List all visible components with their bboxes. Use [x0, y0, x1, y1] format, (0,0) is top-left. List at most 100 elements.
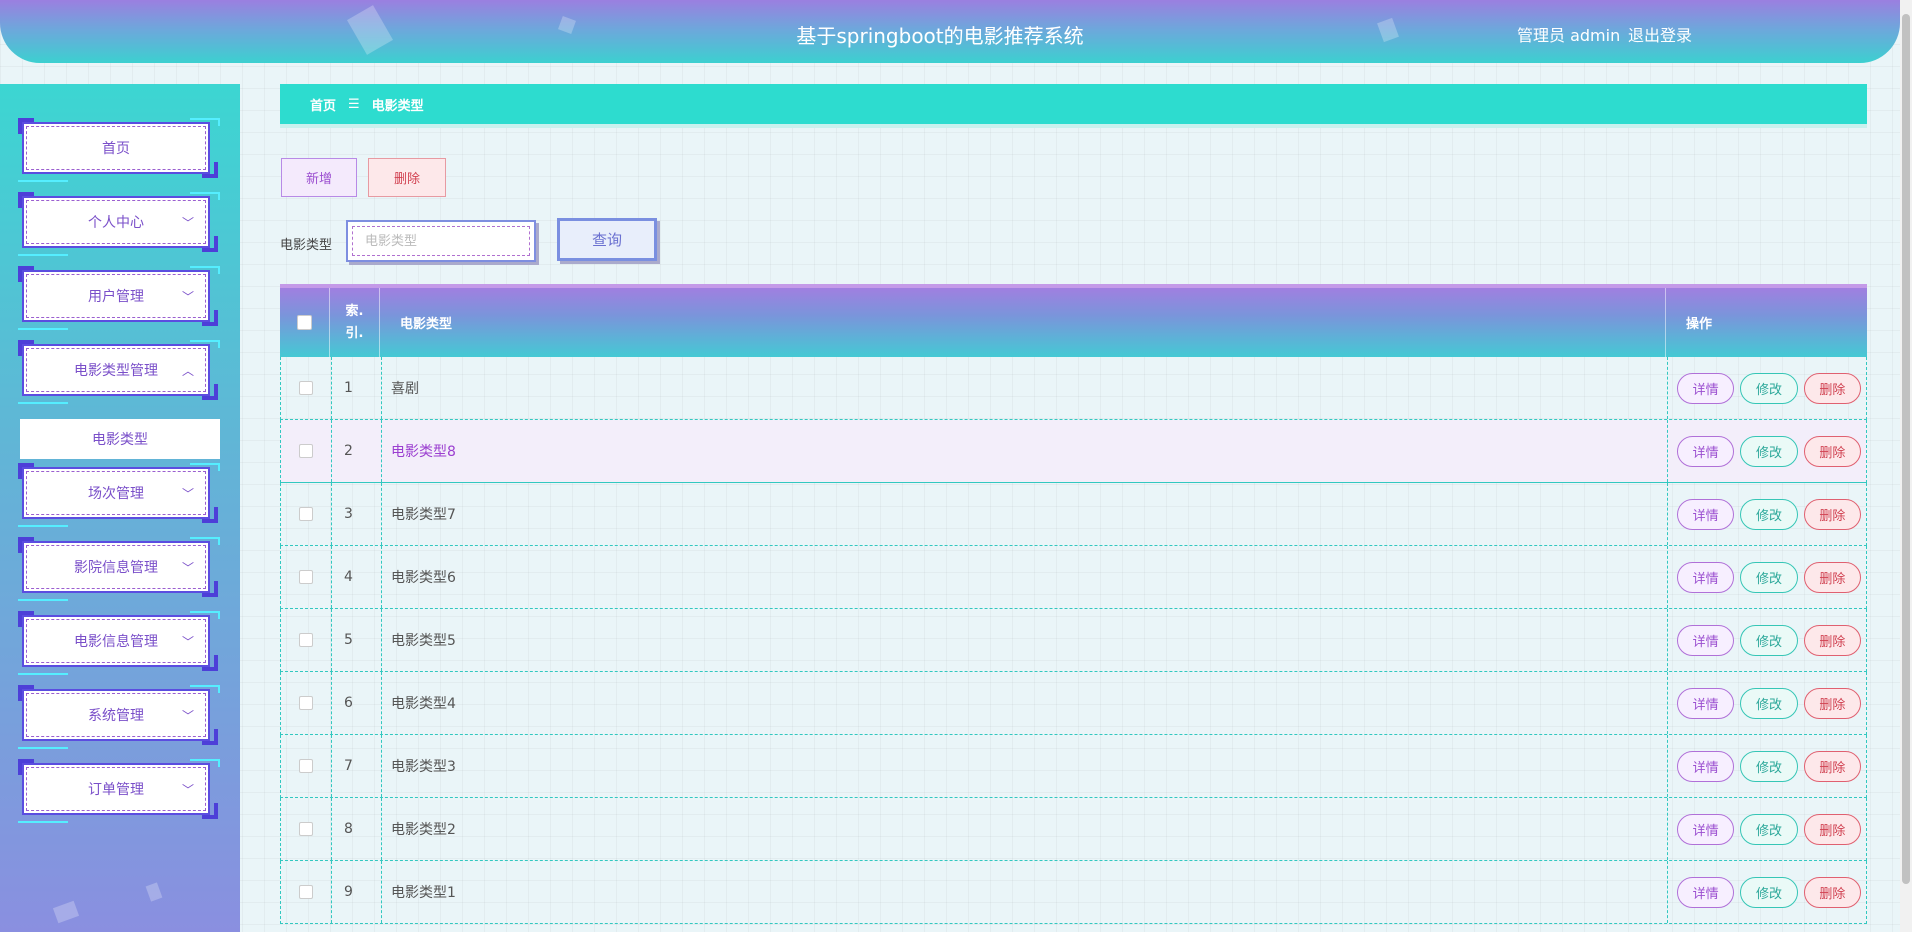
column-divider: [1667, 672, 1668, 734]
delete-button[interactable]: 删除: [1803, 498, 1861, 530]
edit-button[interactable]: 修改: [1740, 876, 1798, 908]
row-checkbox[interactable]: [299, 822, 313, 836]
detail-button[interactable]: 详情: [1677, 435, 1735, 467]
add-button[interactable]: 新增: [281, 158, 357, 197]
chevron-up-icon: ︿: [181, 364, 194, 378]
delete-button[interactable]: 删除: [1803, 750, 1861, 782]
table-body: 1 喜剧 详情 修改 删除 2 电影类型8 详情 修改 删除 3 电影类型7 详情 修改 删除 4 电影类型6 详…: [280, 357, 1867, 924]
select-all-checkbox[interactable]: [297, 315, 312, 330]
detail-button[interactable]: 详情: [1677, 498, 1735, 530]
edit-button[interactable]: 修改: [1740, 750, 1798, 782]
row-operations: 详情 修改 删除: [1677, 483, 1867, 545]
sidebar-item-personal-center[interactable]: 个人中心 ﹀: [18, 192, 220, 256]
column-divider: [1667, 861, 1668, 923]
row-operations: 详情 修改 删除: [1677, 735, 1867, 797]
frame-line: [18, 250, 68, 256]
detail-button[interactable]: 详情: [1677, 750, 1735, 782]
delete-button[interactable]: 删除: [1803, 687, 1861, 719]
edit-button[interactable]: 修改: [1740, 687, 1798, 719]
sidebar-item-user-management[interactable]: 用户管理 ﹀: [18, 266, 220, 330]
submenu-item-movie-type[interactable]: 电影类型: [20, 419, 220, 459]
row-checkbox[interactable]: [299, 759, 313, 773]
frame-line: [18, 324, 68, 330]
row-index: 9: [344, 884, 353, 900]
detail-button[interactable]: 详情: [1677, 372, 1735, 404]
breadcrumb-current: 电影类型: [371, 98, 424, 114]
search-input[interactable]: [352, 226, 530, 256]
row-movie-type: 电影类型5: [391, 633, 456, 649]
row-checkbox[interactable]: [299, 696, 313, 710]
sidebar-item-label: 订单管理: [26, 767, 206, 811]
table-row: 6 电影类型4 详情 修改 删除: [280, 672, 1867, 735]
row-movie-type: 电影类型4: [391, 696, 456, 712]
delete-button[interactable]: 删除: [1803, 372, 1861, 404]
row-checkbox[interactable]: [299, 507, 313, 521]
vertical-scrollbar[interactable]: [1900, 0, 1912, 932]
edit-button[interactable]: 修改: [1740, 813, 1798, 845]
detail-button[interactable]: 详情: [1677, 876, 1735, 908]
sidebar-item-cinema-info-management[interactable]: 影院信息管理 ﹀: [18, 537, 220, 601]
column-divider: [1667, 483, 1668, 545]
row-operations: 详情 修改 删除: [1677, 798, 1867, 860]
logout-link[interactable]: 退出登录: [1628, 22, 1692, 46]
search-input-frame: [346, 220, 536, 262]
sidebar-item-system-management[interactable]: 系统管理 ﹀: [18, 685, 220, 749]
chevron-down-icon: ﹀: [181, 290, 194, 304]
row-checkbox-cell: [281, 609, 331, 671]
row-checkbox[interactable]: [299, 444, 313, 458]
edit-button[interactable]: 修改: [1740, 561, 1798, 593]
sidebar-item-label: 个人中心: [26, 200, 206, 244]
sidebar-item-order-management[interactable]: 订单管理 ﹀: [18, 759, 220, 823]
search-button[interactable]: 查询: [557, 218, 657, 261]
batch-delete-button[interactable]: 删除: [368, 158, 446, 197]
delete-button[interactable]: 删除: [1803, 624, 1861, 656]
row-checkbox[interactable]: [299, 885, 313, 899]
column-divider: [1667, 546, 1668, 608]
detail-button[interactable]: 详情: [1677, 561, 1735, 593]
detail-button[interactable]: 详情: [1677, 813, 1735, 845]
row-index: 2: [344, 443, 353, 459]
sidebar-item-label: 电影类型管理: [26, 348, 206, 392]
row-checkbox[interactable]: [299, 381, 313, 395]
row-checkbox-cell: [281, 546, 331, 608]
edit-button[interactable]: 修改: [1740, 435, 1798, 467]
row-checkbox-cell: [281, 735, 331, 797]
row-movie-type: 电影类型6: [391, 570, 456, 586]
header-checkbox-cell: [280, 288, 330, 357]
detail-button[interactable]: 详情: [1677, 687, 1735, 719]
table-row: 5 电影类型5 详情 修改 删除: [280, 609, 1867, 672]
breadcrumb-home[interactable]: 首页: [310, 95, 336, 114]
row-index: 5: [344, 632, 353, 648]
edit-button[interactable]: 修改: [1740, 624, 1798, 656]
row-index: 7: [344, 758, 353, 774]
row-checkbox-cell: [281, 861, 331, 923]
detail-button[interactable]: 详情: [1677, 624, 1735, 656]
row-checkbox[interactable]: [299, 570, 313, 584]
edit-button[interactable]: 修改: [1740, 372, 1798, 404]
row-index: 1: [344, 380, 353, 396]
chevron-down-icon: ﹀: [181, 709, 194, 723]
delete-button[interactable]: 删除: [1803, 813, 1861, 845]
frame-line: [18, 521, 68, 527]
delete-button[interactable]: 删除: [1803, 561, 1861, 593]
frame-line: [18, 743, 68, 749]
delete-button[interactable]: 删除: [1803, 435, 1861, 467]
row-operations: 详情 修改 删除: [1677, 420, 1867, 482]
sidebar-item-session-management[interactable]: 场次管理 ﹀: [18, 463, 220, 527]
row-checkbox-cell: [281, 483, 331, 545]
sidebar-item-home[interactable]: 首页: [18, 118, 220, 182]
chevron-down-icon: ﹀: [181, 487, 194, 501]
sidebar-item-label: 首页: [26, 126, 206, 170]
row-movie-type: 电影类型7: [391, 507, 456, 523]
row-movie-type: 电影类型1: [391, 885, 456, 901]
header-movie-type: 电影类型: [380, 288, 1666, 357]
edit-button[interactable]: 修改: [1740, 498, 1798, 530]
sidebar-item-movie-type-management[interactable]: 电影类型管理 ︿: [18, 340, 220, 404]
header-index-line2: 引.: [345, 325, 364, 341]
row-checkbox[interactable]: [299, 633, 313, 647]
scrollbar-thumb[interactable]: [1902, 14, 1910, 884]
sidebar-item-label: 系统管理: [26, 693, 206, 737]
sidebar-item-movie-info-management[interactable]: 电影信息管理 ﹀: [18, 611, 220, 675]
chevron-down-icon: ﹀: [181, 561, 194, 575]
delete-button[interactable]: 删除: [1803, 876, 1861, 908]
